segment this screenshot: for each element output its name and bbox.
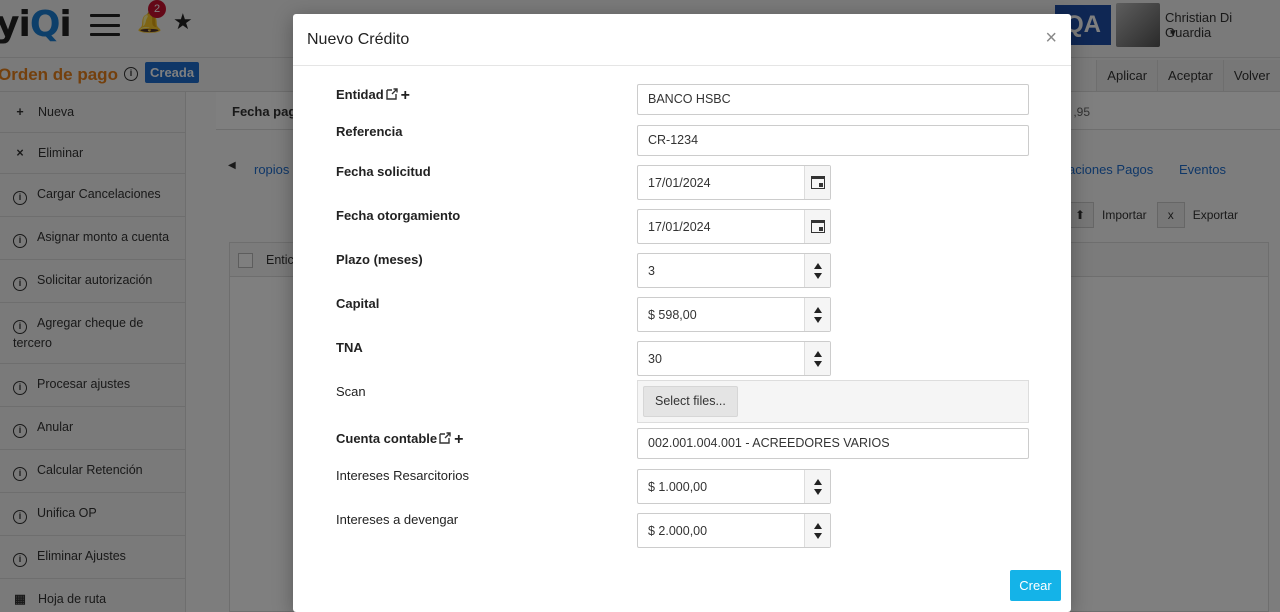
intereses-devengar-value[interactable]: $ 2.000,00 [648,524,707,538]
referencia-label: Referencia [336,124,403,139]
plazo-label: Plazo (meses) [336,252,423,267]
intereses-devengar-label: Intereses a devengar [336,512,459,527]
scan-label: Scan [336,384,366,399]
cuenta-contable-field[interactable]: 002.001.004.001 - ACREEDORES VARIOS [637,428,1029,459]
calendar-icon [810,176,825,189]
create-button[interactable]: Crear [1010,570,1061,601]
increment-icon[interactable] [813,306,822,313]
capital-label: Capital [336,296,380,311]
spinner-buttons[interactable] [804,342,830,375]
external-link-icon[interactable] [385,87,399,101]
dialog-title: Nuevo Crédito [307,31,410,48]
spinner-buttons[interactable] [804,298,830,331]
intereses-resarcitorios-value[interactable]: $ 1.000,00 [648,480,707,494]
tna-value[interactable]: 30 [648,352,662,366]
decrement-icon[interactable] [813,532,822,539]
calendar-button[interactable] [804,210,830,243]
fecha-otorgamiento-label: Fecha otorgamiento [336,208,461,223]
fecha-solicitud-picker[interactable]: 17/01/2024 [637,165,831,200]
add-icon[interactable]: + [401,87,410,104]
increment-icon[interactable] [813,262,822,269]
add-icon[interactable]: + [454,431,463,448]
spinner-buttons[interactable] [804,254,830,287]
entidad-label: Entidad + [336,87,411,104]
close-icon[interactable]: × [1045,28,1057,48]
spinner-buttons[interactable] [804,470,830,503]
dialog-header: Nuevo Crédito × [293,14,1071,66]
plazo-value[interactable]: 3 [648,264,655,278]
tna-label: TNA [336,340,363,355]
increment-icon[interactable] [813,350,822,357]
spinner-buttons[interactable] [804,514,830,547]
fecha-solicitud-value[interactable]: 17/01/2024 [648,176,711,190]
capital-stepper[interactable]: $ 598,00 [637,297,831,332]
capital-value[interactable]: $ 598,00 [648,308,697,322]
increment-icon[interactable] [813,478,822,485]
decrement-icon[interactable] [813,488,822,495]
select-files-button[interactable]: Select files... [643,386,738,417]
tna-stepper[interactable]: 30 [637,341,831,376]
decrement-icon[interactable] [813,272,822,279]
fecha-otorgamiento-picker[interactable]: 17/01/2024 [637,209,831,244]
cuenta-contable-label: Cuenta contable + [336,431,464,448]
external-link-icon[interactable] [438,431,452,445]
decrement-icon[interactable] [813,316,822,323]
increment-icon[interactable] [813,522,822,529]
calendar-button[interactable] [804,166,830,199]
new-credit-dialog: Nuevo Crédito × Entidad + BANCO HSBC Refe… [293,14,1071,612]
fecha-solicitud-label: Fecha solicitud [336,164,431,179]
entidad-field[interactable]: BANCO HSBC [637,84,1029,115]
fecha-otorgamiento-value[interactable]: 17/01/2024 [648,220,711,234]
decrement-icon[interactable] [813,360,822,367]
calendar-icon [810,220,825,233]
intereses-devengar-stepper[interactable]: $ 2.000,00 [637,513,831,548]
intereses-resarcitorios-label: Intereses Resarcitorios [336,468,469,483]
plazo-stepper[interactable]: 3 [637,253,831,288]
referencia-field[interactable]: CR-1234 [637,125,1029,156]
scan-upload[interactable]: Select files... [637,380,1029,423]
intereses-resarcitorios-stepper[interactable]: $ 1.000,00 [637,469,831,504]
